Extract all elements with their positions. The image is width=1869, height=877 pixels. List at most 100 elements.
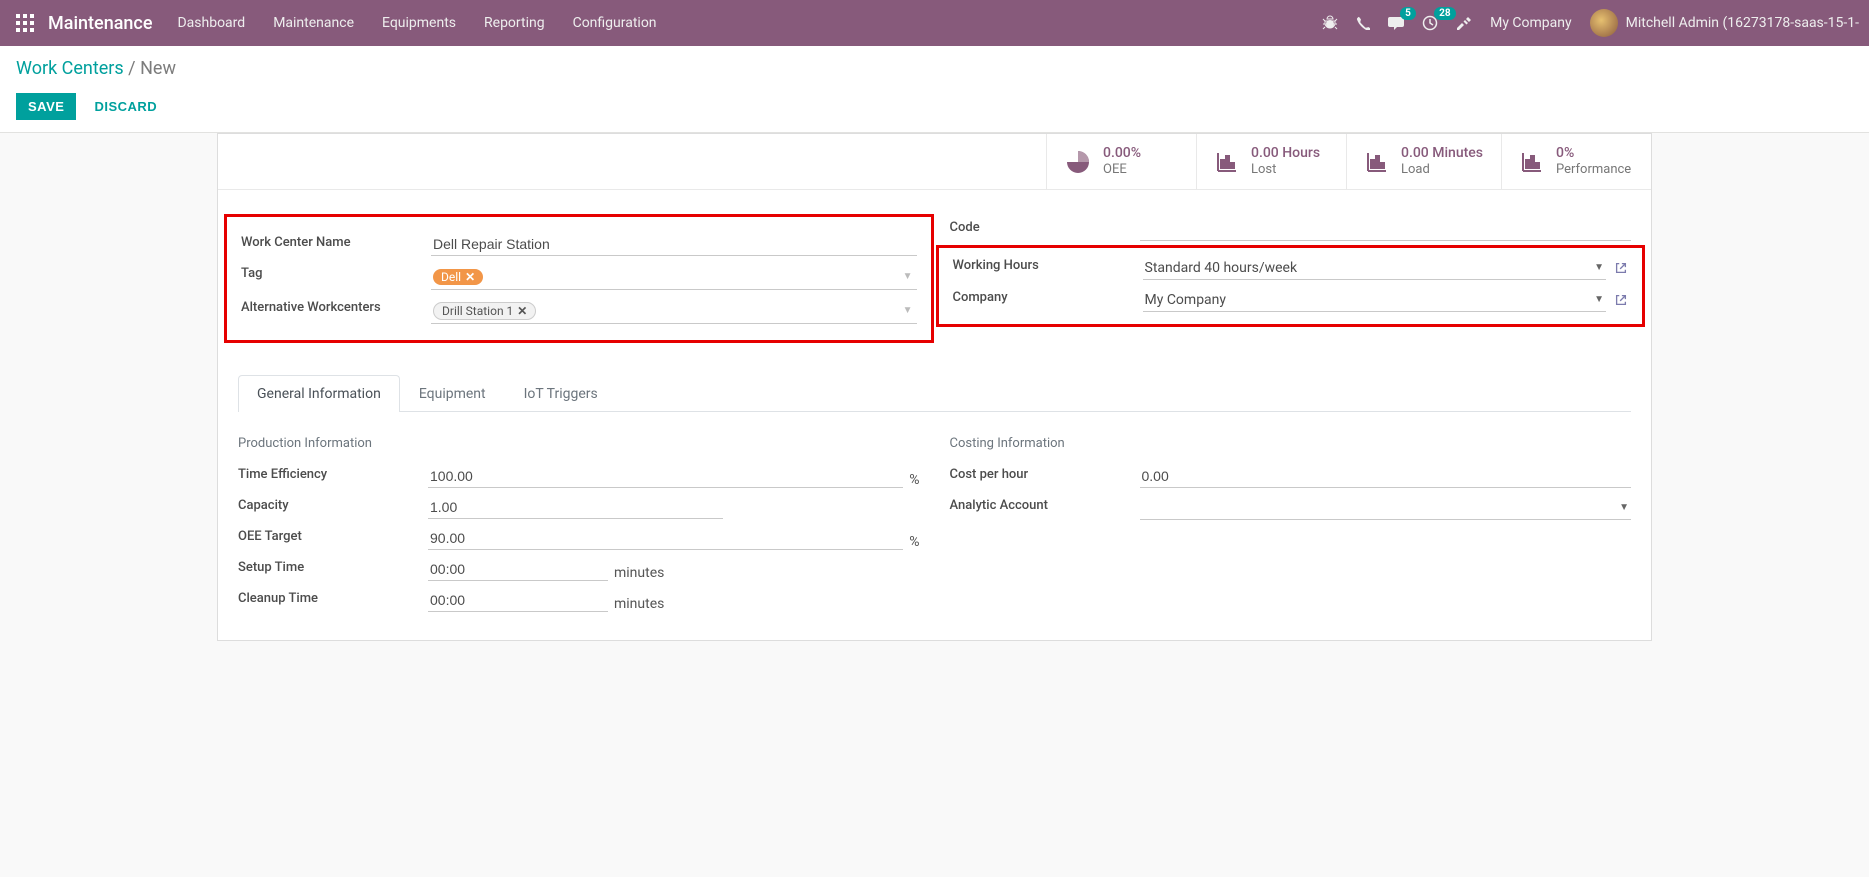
form-sheet-bg: 0.00% OEE 0.00 Hours Lost 0.00 Minutes	[0, 133, 1869, 641]
tools-icon[interactable]	[1456, 15, 1472, 31]
nav-equipments[interactable]: Equipments	[382, 15, 456, 31]
unit-minutes: minutes	[614, 565, 664, 581]
tag-drill-text: Drill Station 1	[442, 304, 513, 318]
company-switcher[interactable]: My Company	[1490, 15, 1572, 31]
messages-badge: 5	[1400, 7, 1416, 20]
activities-badge: 28	[1434, 7, 1455, 20]
unit-minutes: minutes	[614, 596, 664, 612]
breadcrumb-sep: /	[128, 58, 140, 79]
unit-percent: %	[909, 534, 919, 550]
stat-load[interactable]: 0.00 Minutes Load	[1346, 134, 1501, 189]
form-sheet: 0.00% OEE 0.00 Hours Lost 0.00 Minutes	[217, 133, 1652, 641]
save-button[interactable]: SAVE	[16, 93, 76, 120]
tag-drill-remove-icon[interactable]: ✕	[517, 304, 527, 318]
label-alt: Alternative Workcenters	[241, 294, 431, 328]
app-brand[interactable]: Maintenance	[48, 13, 152, 34]
external-link-icon[interactable]	[1614, 293, 1628, 307]
apps-icon[interactable]	[10, 8, 40, 38]
label-cleanup-time: Cleanup Time	[238, 585, 428, 616]
messages-icon[interactable]: 5	[1388, 15, 1404, 31]
label-analytic-account: Analytic Account	[950, 492, 1140, 524]
pie-chart-icon	[1065, 149, 1091, 175]
stat-oee-label: OEE	[1103, 162, 1141, 179]
tab-pane-general: Production Information Time Efficiency %…	[238, 412, 1631, 616]
input-tags[interactable]: Dell ✕ ▼	[431, 264, 917, 290]
input-code[interactable]	[1140, 218, 1632, 241]
section-production-title: Production Information	[238, 436, 920, 451]
label-working-hours: Working Hours	[953, 252, 1143, 284]
systray: 5 28 My Company Mitchell Admin (16273178…	[1322, 9, 1859, 37]
stat-load-label: Load	[1401, 162, 1483, 179]
breadcrumb-parent[interactable]: Work Centers	[16, 58, 124, 79]
input-alt-workcenters[interactable]: Drill Station 1 ✕ ▼	[431, 298, 917, 324]
input-capacity[interactable]	[428, 496, 723, 519]
highlight-left: Work Center Name Tag Dell ✕	[224, 214, 934, 343]
user-name: Mitchell Admin (16273178-saas-15-1-	[1626, 15, 1859, 31]
nav-menu: Dashboard Maintenance Equipments Reporti…	[177, 15, 1322, 31]
phone-icon[interactable]	[1356, 16, 1370, 30]
breadcrumb-current: New	[140, 58, 176, 79]
control-panel: Work Centers / New SAVE DISCARD	[0, 46, 1869, 133]
label-cost-per-hour: Cost per hour	[950, 461, 1140, 492]
form-body: Work Center Name Tag Dell ✕	[218, 190, 1651, 640]
chevron-down-icon[interactable]: ▼	[903, 305, 913, 316]
tab-equipment[interactable]: Equipment	[400, 375, 505, 412]
tab-iot[interactable]: IoT Triggers	[505, 375, 617, 412]
tab-general[interactable]: General Information	[238, 375, 400, 412]
production-info: Production Information Time Efficiency %…	[238, 436, 920, 616]
tag-drill-station[interactable]: Drill Station 1 ✕	[433, 302, 536, 320]
label-efficiency: Time Efficiency	[238, 461, 428, 492]
working-hours-value: Standard 40 hours/week	[1145, 260, 1589, 276]
label-setup-time: Setup Time	[238, 554, 428, 585]
external-link-icon[interactable]	[1614, 261, 1628, 275]
chevron-down-icon[interactable]: ▼	[1619, 502, 1629, 513]
nav-maintenance[interactable]: Maintenance	[273, 15, 354, 31]
stat-perf-label: Performance	[1556, 162, 1631, 179]
input-company[interactable]: My Company ▼	[1143, 288, 1607, 312]
tag-dell-remove-icon[interactable]: ✕	[465, 270, 475, 284]
tabs: General Information Equipment IoT Trigge…	[238, 375, 1631, 412]
input-cost-per-hour[interactable]	[1140, 465, 1632, 488]
discard-button[interactable]: DISCARD	[82, 93, 169, 120]
highlight-right: Working Hours Standard 40 hours/week ▼	[936, 245, 1646, 327]
input-efficiency[interactable]	[428, 465, 903, 488]
input-working-hours[interactable]: Standard 40 hours/week ▼	[1143, 256, 1607, 280]
label-tag: Tag	[241, 260, 431, 294]
nav-configuration[interactable]: Configuration	[573, 15, 657, 31]
label-name: Work Center Name	[241, 229, 431, 260]
section-costing-title: Costing Information	[950, 436, 1632, 451]
breadcrumb: Work Centers / New	[16, 58, 1853, 79]
stat-lost[interactable]: 0.00 Hours Lost	[1196, 134, 1346, 189]
form-actions: SAVE DISCARD	[16, 93, 1853, 120]
input-name[interactable]	[431, 233, 917, 256]
stat-oee-value: 0.00%	[1103, 144, 1141, 162]
stat-lost-label: Lost	[1251, 162, 1320, 179]
costing-info: Costing Information Cost per hour Analyt…	[950, 436, 1632, 616]
user-avatar	[1590, 9, 1618, 37]
input-analytic-account[interactable]: ▼	[1140, 496, 1632, 520]
bar-chart-icon	[1215, 150, 1239, 174]
stat-performance[interactable]: 0% Performance	[1501, 134, 1651, 189]
chevron-down-icon[interactable]: ▼	[1594, 294, 1604, 305]
tag-dell-text: Dell	[441, 270, 461, 284]
nav-dashboard[interactable]: Dashboard	[177, 15, 245, 31]
input-setup-time[interactable]	[428, 558, 608, 581]
user-menu[interactable]: Mitchell Admin (16273178-saas-15-1-	[1590, 9, 1859, 37]
stat-perf-value: 0%	[1556, 144, 1631, 162]
label-capacity: Capacity	[238, 492, 428, 523]
label-oee-target: OEE Target	[238, 523, 428, 554]
input-cleanup-time[interactable]	[428, 589, 608, 612]
input-oee-target[interactable]	[428, 527, 903, 550]
chevron-down-icon[interactable]: ▼	[903, 271, 913, 282]
label-code: Code	[950, 214, 1140, 245]
activities-icon[interactable]: 28	[1422, 15, 1438, 31]
unit-percent: %	[909, 472, 919, 488]
stat-oee[interactable]: 0.00% OEE	[1046, 134, 1196, 189]
bug-icon[interactable]	[1322, 15, 1338, 31]
label-company: Company	[953, 284, 1143, 316]
nav-reporting[interactable]: Reporting	[484, 15, 545, 31]
bar-chart-icon	[1365, 150, 1389, 174]
tag-dell[interactable]: Dell ✕	[433, 269, 483, 285]
company-value: My Company	[1145, 292, 1589, 308]
chevron-down-icon[interactable]: ▼	[1594, 262, 1604, 273]
